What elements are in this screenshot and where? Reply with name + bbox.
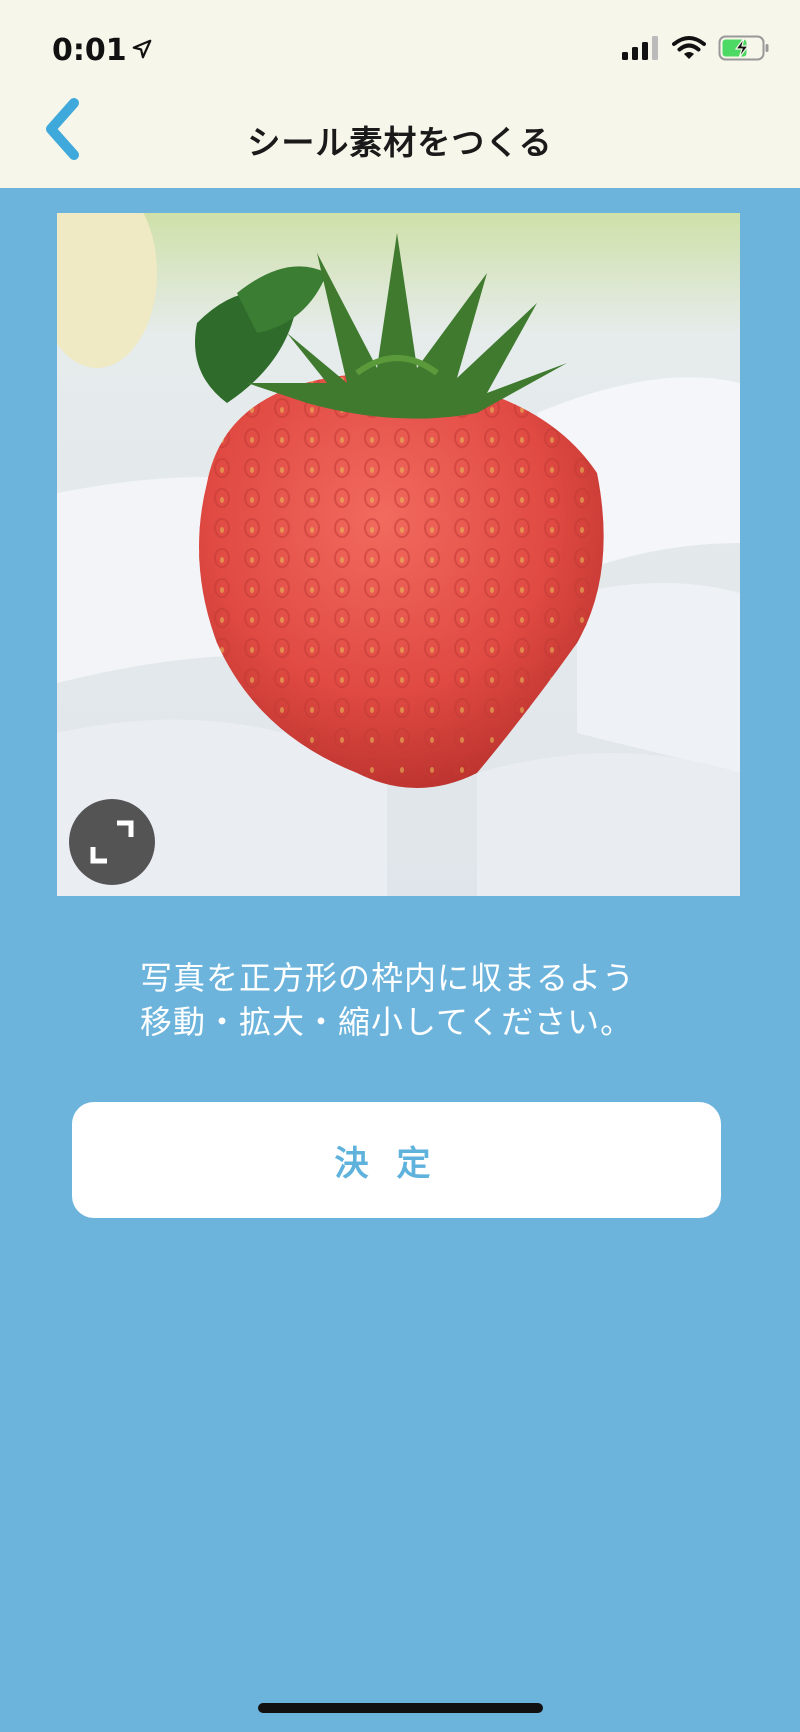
expand-button[interactable] — [69, 799, 155, 885]
confirm-button[interactable]: 決定 — [72, 1102, 721, 1218]
instruction-text: 写真を正方形の枠内に収まるよう 移動・拡大・縮小してください。 — [140, 956, 700, 1044]
battery-charging-icon — [718, 35, 770, 65]
status-time: 0:01 — [52, 30, 153, 70]
expand-corners-icon — [90, 820, 134, 864]
status-time-text: 0:01 — [52, 32, 127, 68]
app-screen: 0:01 シール素材をつくる 写真を正方形の枠内に収まるよう 移動・拡大・縮小し… — [0, 0, 800, 1732]
signal-icon — [622, 36, 660, 64]
instruction-line-2: 移動・拡大・縮小してください。 — [140, 1003, 634, 1041]
strawberry-photo — [57, 213, 740, 896]
status-icons — [622, 34, 770, 66]
crop-area[interactable] — [57, 213, 740, 896]
wifi-icon — [672, 35, 706, 65]
confirm-button-label: 決定 — [334, 1143, 459, 1184]
location-arrow-icon — [131, 33, 153, 68]
header: 0:01 シール素材をつくる — [0, 0, 800, 188]
instruction-line-1: 写真を正方形の枠内に収まるよう — [140, 959, 636, 997]
home-indicator[interactable] — [258, 1703, 543, 1713]
page-title: シール素材をつくる — [247, 123, 553, 162]
